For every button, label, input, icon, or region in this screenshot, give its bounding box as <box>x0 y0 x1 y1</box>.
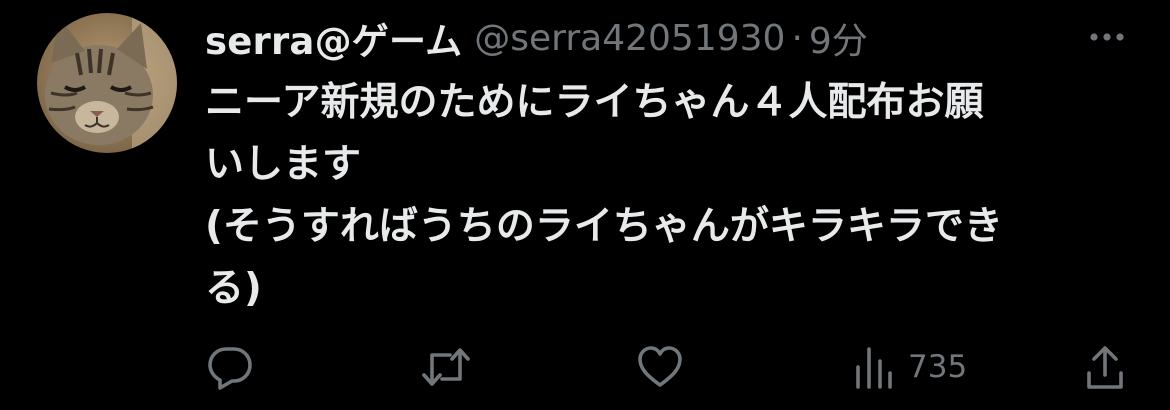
tweet-text-line: (そうすればうちのライちゃんがキラキラでき <box>205 204 1003 249</box>
avatar[interactable] <box>37 13 177 153</box>
tweet-text-line: る) <box>205 266 262 311</box>
views-icon <box>856 347 892 389</box>
views-count: 735 <box>908 349 968 385</box>
reply-button[interactable] <box>206 340 254 394</box>
separator-dot: · <box>791 17 803 59</box>
cat-avatar-icon <box>37 13 177 153</box>
tweet-text: ニーア新規のためにライちゃん４人配布お願 いします (そうすればうちのライちゃん… <box>205 72 1125 320</box>
retweet-button[interactable] <box>420 340 472 394</box>
share-button[interactable] <box>1086 340 1124 394</box>
more-button[interactable] <box>1085 22 1129 52</box>
views-button[interactable]: 735 <box>854 340 967 394</box>
retweet-icon <box>422 348 470 386</box>
share-icon <box>1087 346 1123 389</box>
user-handle[interactable]: @serra42051930 <box>474 18 785 59</box>
reply-icon <box>208 347 252 390</box>
like-button[interactable] <box>636 340 684 394</box>
more-icon <box>1090 33 1124 41</box>
tweet-text-line: ニーア新規のためにライちゃん４人配布お願 <box>205 80 984 125</box>
tweet-header: serra@ゲーム @serra42051930 · 9分 <box>205 11 868 65</box>
tweet-text-line: いします <box>205 142 362 187</box>
display-name[interactable]: serra@ゲーム <box>205 11 462 65</box>
heart-icon <box>638 346 682 387</box>
tweet-actions: 735 <box>0 340 1170 394</box>
timestamp[interactable]: 9分 <box>809 12 868 64</box>
